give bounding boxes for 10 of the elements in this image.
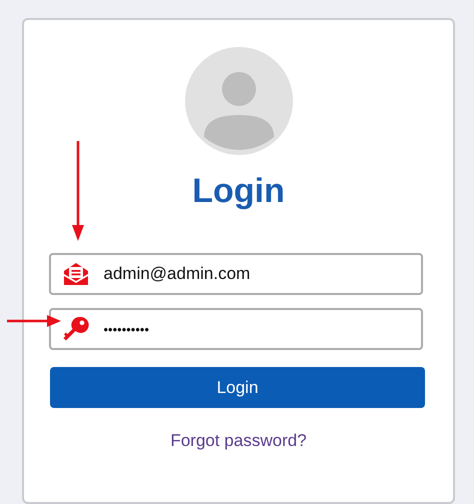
forgot-password-link[interactable]: Forgot password? (170, 431, 307, 451)
password-field[interactable]: •••••••••• (48, 308, 422, 350)
avatar-icon (182, 45, 294, 157)
arrow-icon (7, 315, 61, 327)
login-button[interactable]: Login (50, 367, 425, 408)
arrow-icon (72, 141, 84, 241)
envelope-icon (62, 261, 90, 287)
email-field[interactable]: admin@admin.com (48, 253, 422, 295)
key-icon (62, 315, 90, 343)
login-title: Login (192, 171, 285, 211)
